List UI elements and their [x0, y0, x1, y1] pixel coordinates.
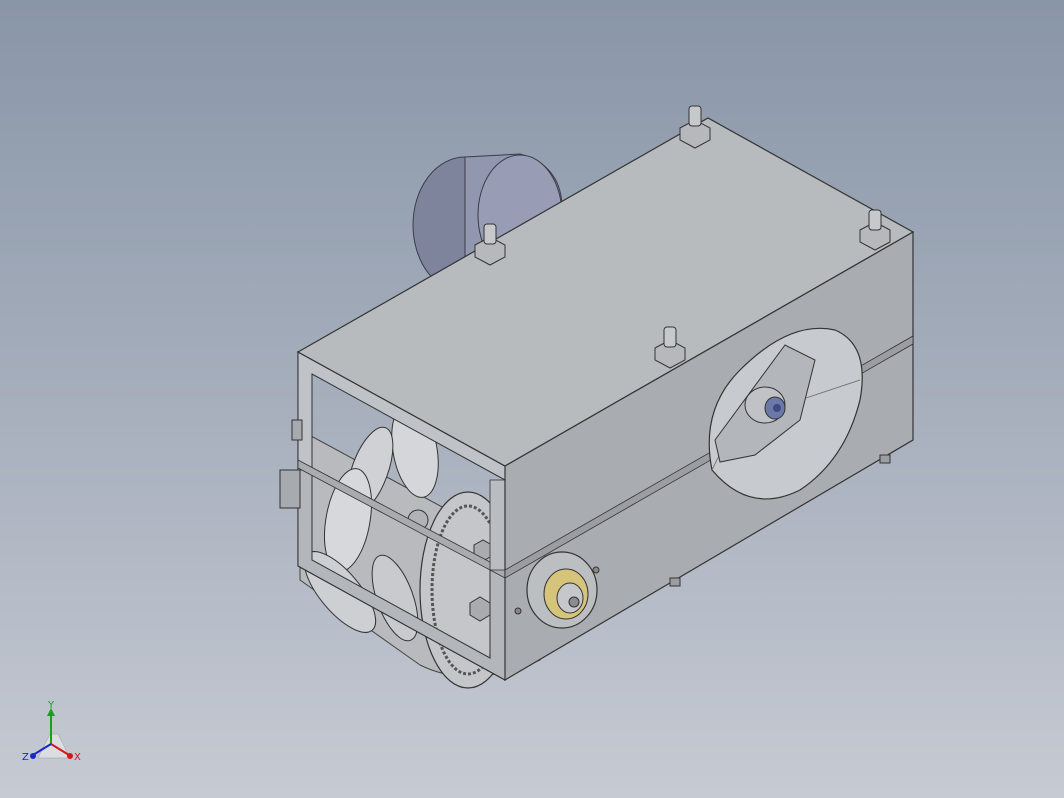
bolt	[679, 105, 711, 149]
cad-viewport[interactable]: Y X Z	[0, 0, 1064, 798]
mecanum-wheel-module-model[interactable]	[0, 0, 1064, 798]
z-axis-label: Z	[22, 752, 29, 763]
orientation-triad: Y X Z	[22, 700, 81, 763]
y-axis-label: Y	[47, 700, 55, 711]
x-axis-tip	[67, 753, 73, 759]
z-axis-tip	[30, 753, 36, 759]
x-axis-label: X	[74, 752, 81, 763]
